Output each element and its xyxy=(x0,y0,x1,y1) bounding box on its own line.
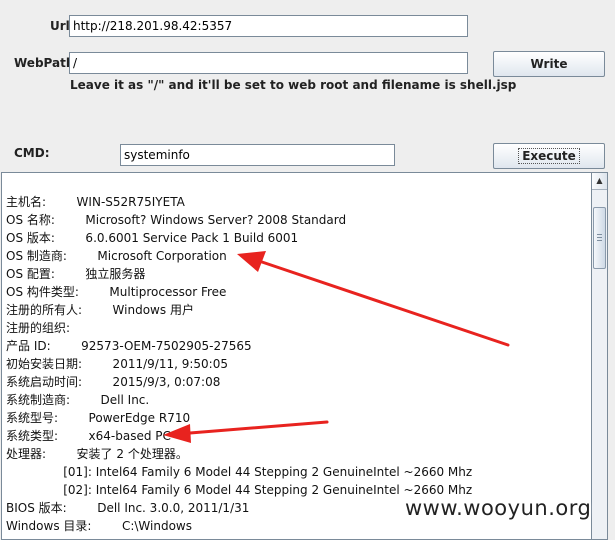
execute-button[interactable]: Execute xyxy=(493,143,605,169)
command-output-text: 主机名: WIN-S52R75IYETA OS 名称: Microsoft? W… xyxy=(6,195,473,533)
webpath-input[interactable] xyxy=(69,52,468,74)
write-button[interactable]: Write xyxy=(493,51,605,77)
command-output-area[interactable]: 主机名: WIN-S52R75IYETA OS 名称: Microsoft? W… xyxy=(1,172,591,540)
url-input[interactable] xyxy=(69,15,468,37)
write-button-label: Write xyxy=(530,57,568,71)
watermark: www.wooyun.org xyxy=(405,496,592,520)
cmd-input[interactable] xyxy=(120,144,395,166)
webpath-hint: Leave it as "/" and it'll be set to web … xyxy=(70,78,517,92)
cmd-label: CMD: xyxy=(14,146,50,160)
scroll-thumb[interactable] xyxy=(593,207,606,269)
scroll-up-arrow-icon[interactable]: ▲ xyxy=(592,173,607,190)
execute-button-label: Execute xyxy=(518,148,580,164)
output-vertical-scrollbar[interactable]: ▲ xyxy=(591,172,608,540)
